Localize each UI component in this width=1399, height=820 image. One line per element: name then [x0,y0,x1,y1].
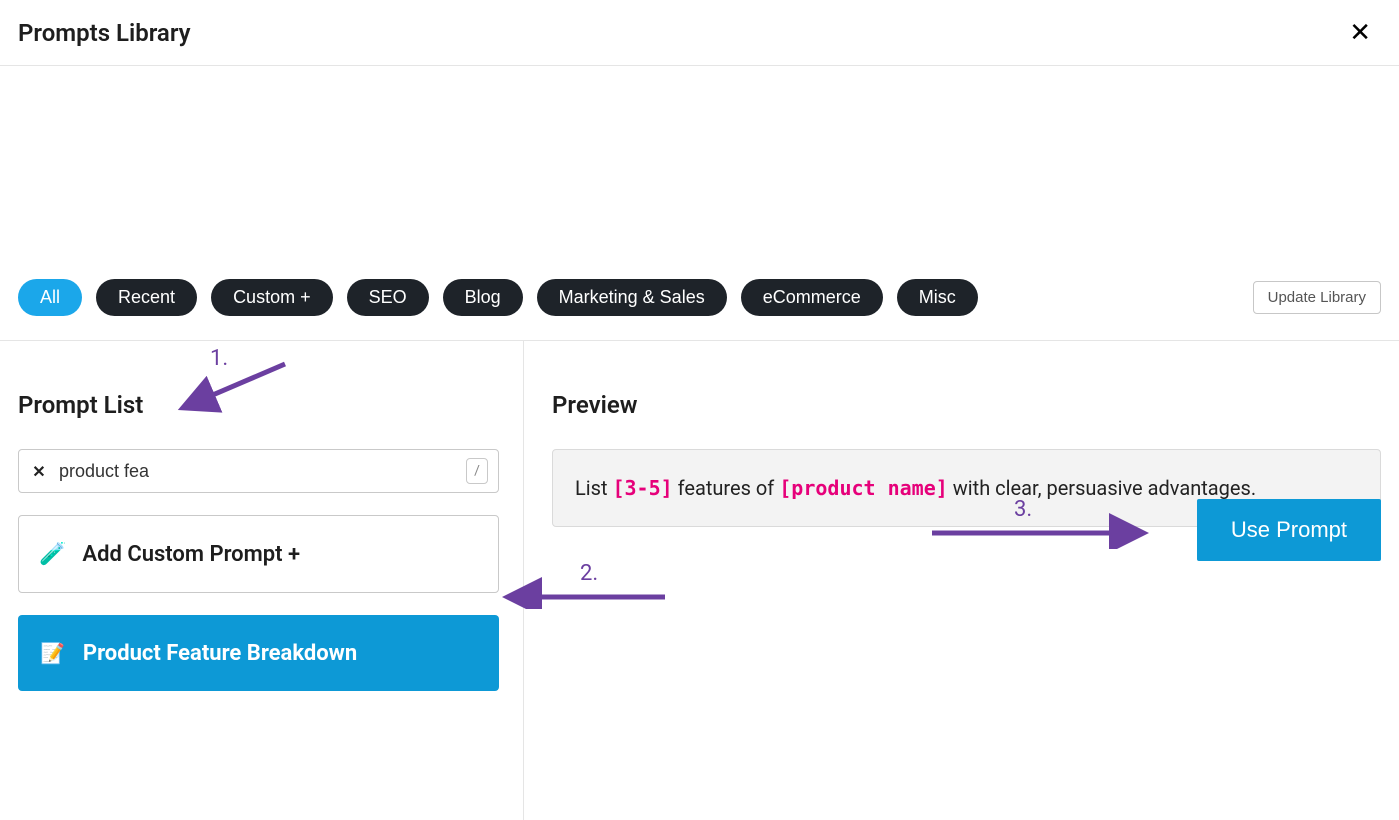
main-area: Prompt List ✕ / 🧪 Add Custom Prompt + 📝 … [0,341,1399,820]
filter-ecommerce[interactable]: eCommerce [741,279,883,316]
test-tube-icon: 🧪 [39,542,66,567]
search-shortcut-hint: / [466,458,488,484]
search-input[interactable] [49,461,466,482]
filter-misc[interactable]: Misc [897,279,978,316]
annotation-1-number: 1. [210,346,228,371]
header-bar: Prompts Library ✕ [0,0,1399,66]
page-title: Prompts Library [18,19,191,47]
clear-search-icon[interactable]: ✕ [29,462,49,481]
filter-recent[interactable]: Recent [96,279,197,316]
close-icon[interactable]: ✕ [1343,14,1377,52]
prompt-list-panel: Prompt List ✕ / 🧪 Add Custom Prompt + 📝 … [0,341,524,820]
prompt-item-product-feature-breakdown[interactable]: 📝 Product Feature Breakdown [18,615,499,691]
filter-row: All Recent Custom + SEO Blog Marketing &… [0,276,1399,318]
prompt-list-title: Prompt List [18,391,499,419]
filter-seo[interactable]: SEO [347,279,429,316]
filter-custom[interactable]: Custom + [211,279,333,316]
filter-all[interactable]: All [18,279,82,316]
add-custom-prompt-label: Add Custom Prompt + [82,542,300,567]
use-prompt-button[interactable]: Use Prompt [1197,499,1381,561]
preview-text-prefix: List [575,476,612,500]
preview-text-suffix: with clear, persuasive advantages. [948,476,1256,500]
prompt-item-label: Product Feature Breakdown [83,641,357,666]
update-library-button[interactable]: Update Library [1253,281,1381,314]
filter-blog[interactable]: Blog [443,279,523,316]
preview-token-product-name: [product name] [779,476,948,500]
preview-token-count: [3-5] [612,476,672,500]
filter-marketing-sales[interactable]: Marketing & Sales [537,279,727,316]
search-field-wrapper[interactable]: ✕ / [18,449,499,493]
preview-text-mid: features of [673,476,780,500]
memo-icon: 📝 [40,641,65,665]
add-custom-prompt-button[interactable]: 🧪 Add Custom Prompt + [18,515,499,593]
preview-title: Preview [552,391,1381,419]
preview-panel: Preview List [3-5] features of [product … [524,341,1399,820]
